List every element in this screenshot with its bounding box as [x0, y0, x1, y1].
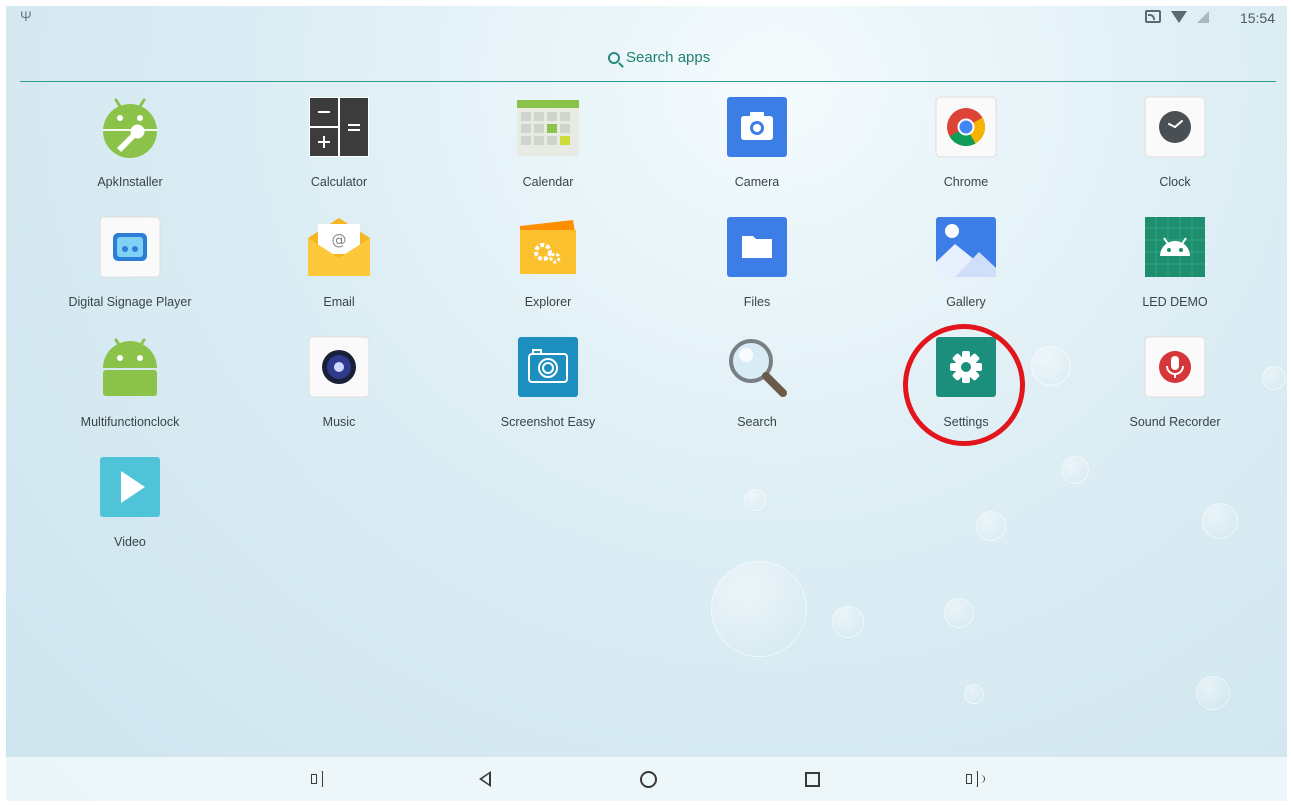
app-label: Search [737, 415, 777, 429]
email-icon: @ [308, 218, 370, 276]
cast-icon [1145, 10, 1161, 23]
screenshot-camera-icon [518, 337, 578, 397]
microphone-icon [1144, 336, 1206, 398]
no-signal-icon [1197, 10, 1209, 23]
android-led-icon [1145, 217, 1205, 277]
app-label: Video [114, 535, 146, 549]
app-led-demo[interactable]: LED DEMO [1065, 216, 1285, 324]
calculator-icon [309, 97, 369, 157]
bubble-decoration [976, 511, 1006, 541]
search-apps-content[interactable]: Search apps [608, 49, 710, 66]
magnifier-icon [729, 339, 787, 397]
recents-icon [804, 771, 820, 787]
chrome-icon [935, 96, 997, 158]
bubble-decoration [711, 561, 807, 657]
app-camera[interactable]: Camera [647, 96, 867, 204]
volume-down-icon [311, 771, 331, 787]
calendar-icon [517, 100, 579, 156]
app-apkinstaller[interactable]: ApkInstaller [20, 96, 240, 204]
explorer-folder-icon [520, 220, 576, 274]
home-screen: Ψ 15:54 Search apps ApkInstaller Calcula… [6, 6, 1287, 801]
app-multifunctionclock[interactable]: Multifunctionclock [20, 336, 240, 444]
app-label: Explorer [524, 295, 572, 309]
volume-up-button[interactable] [961, 765, 991, 793]
app-clock[interactable]: Clock [1065, 96, 1285, 204]
wifi-icon [1171, 11, 1187, 23]
app-screenshot-easy[interactable]: Screenshot Easy [438, 336, 658, 444]
music-speaker-icon [308, 336, 370, 398]
home-icon [639, 770, 657, 788]
bubble-decoration [1202, 503, 1238, 539]
app-chrome[interactable]: Chrome [856, 96, 1076, 204]
app-label: LED DEMO [1142, 295, 1208, 309]
app-gallery[interactable]: Gallery [856, 216, 1076, 324]
app-video[interactable]: Video [20, 456, 240, 564]
android-icon [103, 338, 157, 396]
navigation-bar [6, 757, 1287, 801]
app-explorer[interactable]: Explorer [438, 216, 658, 324]
gallery-icon [936, 217, 996, 277]
app-label: Clock [1159, 175, 1191, 189]
status-bar: Ψ 15:54 [6, 6, 1287, 30]
search-apps-label: Search apps [626, 49, 711, 66]
app-label: Sound Recorder [1129, 415, 1221, 429]
app-label: Calculator [310, 175, 368, 189]
bubble-decoration [964, 684, 984, 704]
bubble-decoration [744, 489, 766, 511]
play-icon [100, 457, 160, 517]
app-digital-signage-player[interactable]: Digital Signage Player [20, 216, 240, 324]
bubble-decoration [832, 606, 864, 638]
app-label: Screenshot Easy [500, 415, 596, 429]
app-label: Music [322, 415, 356, 429]
clock-icon [1144, 96, 1206, 158]
bubble-decoration [1061, 456, 1089, 484]
app-label: ApkInstaller [97, 175, 163, 189]
app-label: Multifunctionclock [80, 415, 180, 429]
bubble-decoration [944, 598, 974, 628]
app-music[interactable]: Music [229, 336, 449, 444]
recents-button[interactable] [797, 765, 827, 793]
home-button[interactable] [633, 765, 663, 793]
search-apps-bar[interactable]: Search apps [20, 44, 1276, 82]
bubble-decoration [1196, 676, 1230, 710]
app-calendar[interactable]: Calendar [438, 96, 658, 204]
app-calculator[interactable]: Calculator [229, 96, 449, 204]
app-label: Chrome [943, 175, 989, 189]
back-button[interactable] [470, 765, 500, 793]
settings-highlight-circle [903, 324, 1025, 446]
usb-icon: Ψ [20, 8, 32, 24]
app-label: Digital Signage Player [68, 295, 192, 309]
volume-up-icon [966, 771, 986, 787]
svg-text:@: @ [332, 231, 347, 249]
app-label: Gallery [946, 295, 986, 309]
app-email[interactable]: @ Email [229, 216, 449, 324]
app-label: Camera [734, 175, 780, 189]
app-label: Email [323, 295, 355, 309]
android-wrench-icon [103, 98, 157, 158]
app-label: Files [743, 295, 771, 309]
system-icons [1145, 10, 1209, 23]
files-folder-icon [727, 217, 787, 277]
app-search[interactable]: Search [647, 336, 867, 444]
signage-player-icon [99, 216, 161, 278]
back-icon [479, 771, 491, 787]
camera-icon [727, 97, 787, 157]
app-sound-recorder[interactable]: Sound Recorder [1065, 336, 1285, 444]
status-time: 15:54 [1239, 10, 1275, 26]
app-files[interactable]: Files [647, 216, 867, 324]
search-icon [608, 51, 620, 64]
volume-down-button[interactable] [306, 765, 336, 793]
app-label: Calendar [522, 175, 574, 189]
